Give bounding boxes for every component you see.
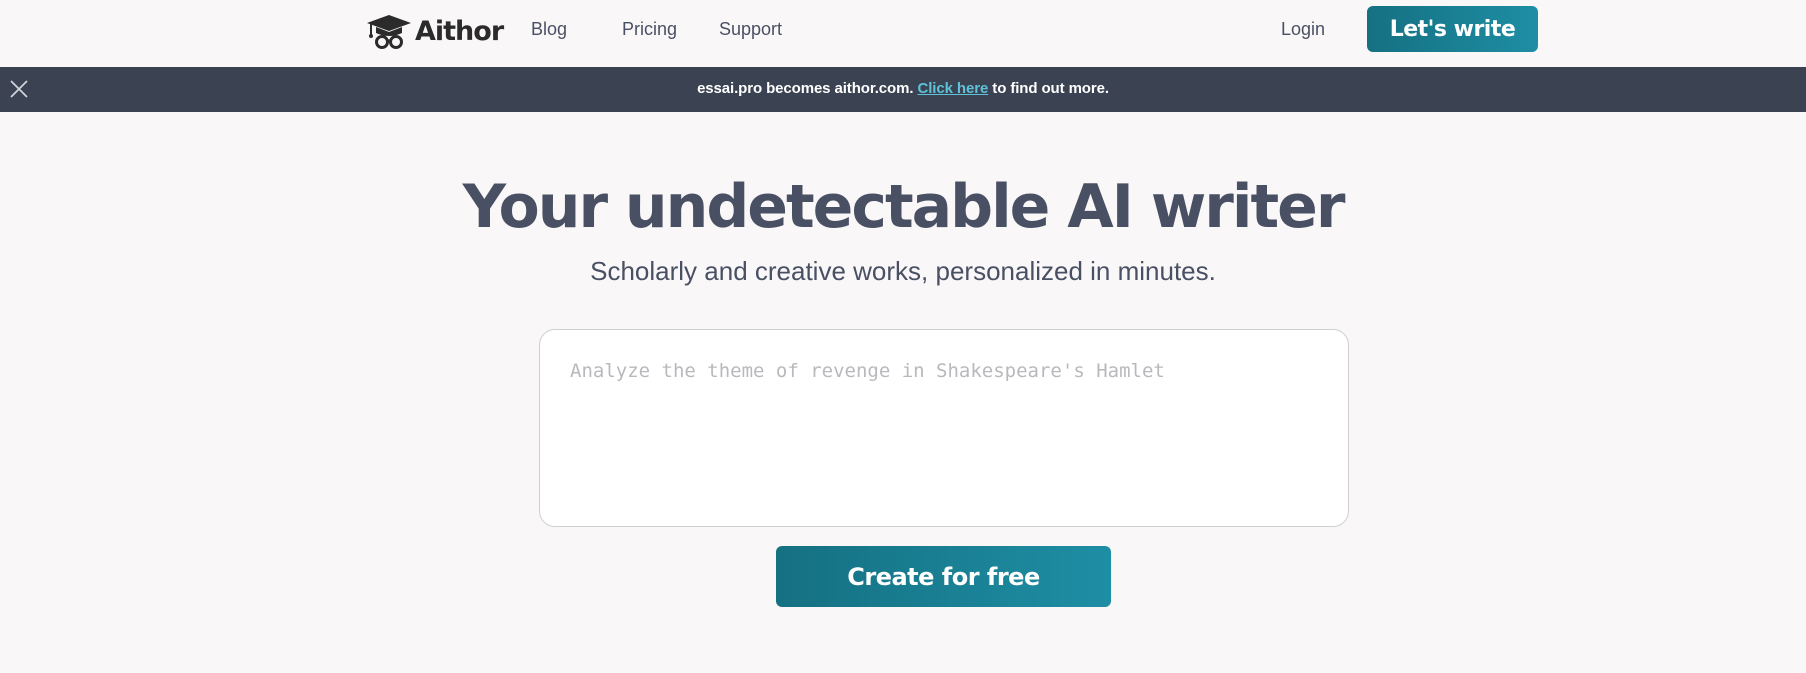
banner-text-after: to find out more.: [992, 80, 1109, 97]
page-title: Your undetectable AI writer: [462, 172, 1346, 242]
banner-text-before: essai.pro becomes aithor.com.: [697, 80, 914, 97]
create-for-free-button[interactable]: Create for free: [776, 546, 1111, 607]
lets-write-button[interactable]: Let's write: [1367, 6, 1538, 52]
banner-click-here-link[interactable]: Click here: [918, 80, 989, 97]
top-navigation: Aithor Blog Pricing Support Login Let's …: [0, 0, 1806, 66]
login-link[interactable]: Login: [1281, 18, 1325, 40]
nav-blog[interactable]: Blog: [531, 18, 567, 40]
prompt-input[interactable]: [570, 360, 1320, 500]
nav-support[interactable]: Support: [719, 18, 782, 40]
graduation-cap-glasses-icon: [367, 15, 411, 49]
logo-text: Aithor: [415, 15, 504, 47]
nav-pricing[interactable]: Pricing: [622, 18, 677, 40]
announcement-banner: essai.pro becomes aithor.com. Click here…: [0, 67, 1806, 112]
prompt-box: [539, 329, 1349, 527]
logo-link[interactable]: Aithor: [365, 12, 504, 50]
page-subtitle: Scholarly and creative works, personaliz…: [590, 256, 1216, 286]
banner-message: essai.pro becomes aithor.com. Click here…: [0, 80, 1806, 97]
